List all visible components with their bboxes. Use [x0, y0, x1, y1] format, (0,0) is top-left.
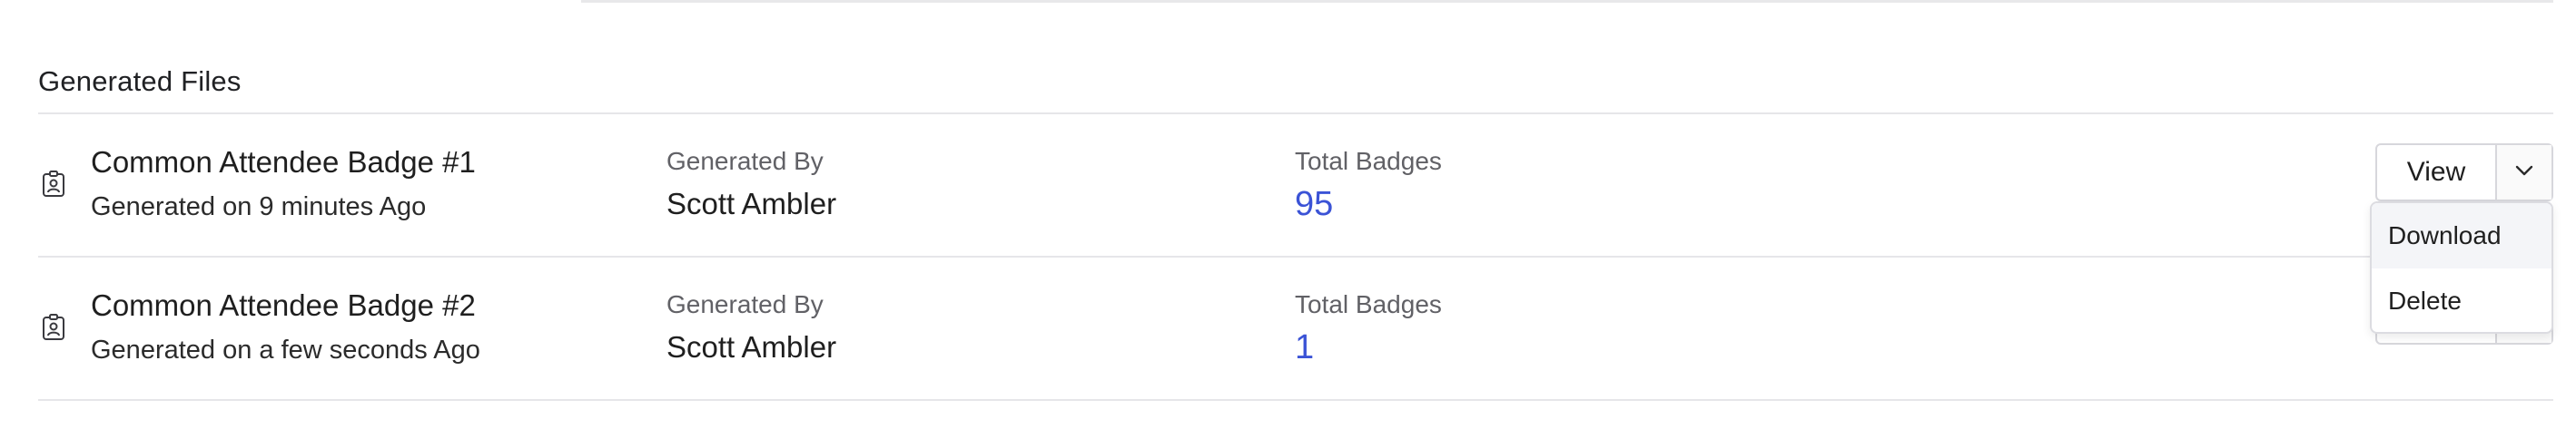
file-name: Common Attendee Badge #1 — [91, 145, 476, 179]
generated-by-label: Generated By — [666, 147, 824, 175]
total-badges-label: Total Badges — [1295, 147, 1442, 175]
chevron-down-icon — [2515, 164, 2533, 180]
file-generated-time: Generated on 9 minutes Ago — [91, 192, 427, 221]
generated-by-value: Scott Ambler — [666, 330, 837, 364]
file-name: Common Attendee Badge #2 — [91, 288, 476, 322]
total-badges-label: Total Badges — [1295, 290, 1442, 318]
section-title: Generated Files — [38, 65, 242, 97]
file-generated-time: Generated on a few seconds Ago — [91, 336, 480, 365]
top-divider — [581, 0, 2553, 3]
view-split-button: View — [2375, 143, 2553, 201]
more-actions-toggle[interactable] — [2497, 145, 2551, 200]
actions-dropdown-menu: Download Delete — [2370, 201, 2553, 334]
id-badge-icon — [42, 171, 65, 198]
total-badges-value: 1 — [1295, 328, 1315, 366]
menu-item-download[interactable]: Download — [2372, 203, 2551, 268]
menu-item-delete[interactable]: Delete — [2372, 268, 2551, 332]
generated-by-value: Scott Ambler — [666, 187, 837, 220]
generated-files-page: Generated Files Common Attendee Badge #1… — [0, 0, 2576, 429]
file-row: Common Attendee Badge #2 Generated on a … — [38, 258, 2553, 401]
view-button[interactable]: View — [2377, 145, 2497, 200]
generated-files-list: Common Attendee Badge #1 Generated on 9 … — [38, 114, 2553, 401]
file-row: Common Attendee Badge #1 Generated on 9 … — [38, 114, 2553, 258]
id-badge-icon — [42, 314, 65, 341]
total-badges-value: 95 — [1295, 185, 1334, 223]
generated-by-label: Generated By — [666, 290, 824, 318]
